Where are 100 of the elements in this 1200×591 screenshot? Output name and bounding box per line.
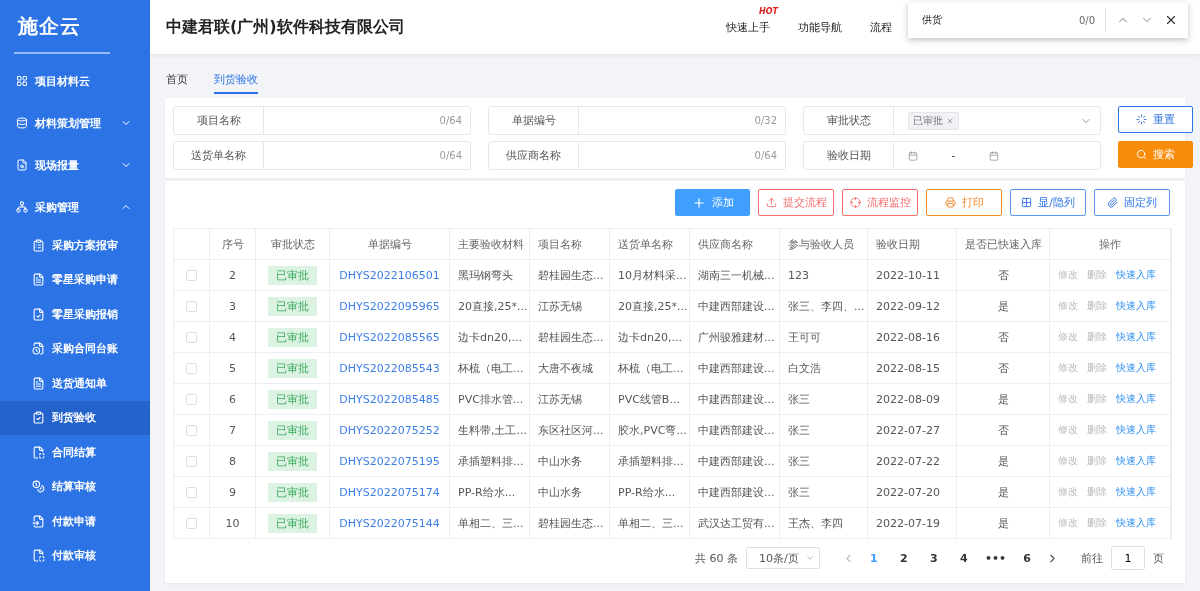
row-checkbox[interactable] (186, 487, 197, 498)
table-cell: 单相二、三... (609, 507, 690, 539)
row-action-link[interactable]: 删除 (1087, 331, 1107, 342)
table-cell: 中建西部建设... (689, 445, 780, 477)
page-number[interactable]: ••• (984, 551, 1006, 565)
table-cell: 123 (779, 259, 868, 291)
sidebar-subitem[interactable]: 付款审核 (0, 538, 150, 573)
crosshair-icon (849, 197, 861, 208)
plus-icon (691, 195, 706, 210)
filter-field[interactable]: 项目名称 0/64 (173, 106, 471, 135)
sidebar-subitem[interactable]: 送货通知单 (0, 366, 150, 401)
page-tab[interactable]: 首页 (166, 68, 188, 94)
filter-field[interactable]: 单据编号 0/32 (488, 106, 786, 135)
page-tab[interactable]: 到货验收 (214, 68, 258, 94)
filter-field[interactable]: 审批状态 已审批 (803, 106, 1101, 135)
row-checkbox[interactable] (186, 518, 197, 529)
row-action-link[interactable]: 删除 (1087, 486, 1107, 497)
row-action-link[interactable]: 快速入库 (1116, 300, 1156, 311)
row-action-link[interactable]: 删除 (1087, 517, 1107, 528)
sidebar-subitem[interactable]: 到货验收 (0, 400, 150, 435)
char-counter: 0/64 (439, 115, 462, 126)
table-cell: 是 (956, 383, 1050, 415)
row-action-link[interactable]: 快速入库 (1116, 486, 1156, 497)
toolbar-button[interactable]: 打印 (926, 189, 1002, 216)
calendar-icon (908, 150, 918, 161)
reset-icon (1136, 114, 1147, 125)
search-button[interactable]: 搜索 (1118, 141, 1193, 168)
sidebar-subitem[interactable]: 付款申请 (0, 504, 150, 539)
row-checkbox[interactable] (186, 456, 197, 467)
row-action-link[interactable]: 快速入库 (1116, 331, 1156, 342)
status-tag[interactable]: 已审批 (908, 111, 959, 130)
row-checkbox[interactable] (186, 332, 197, 343)
row-checkbox[interactable] (186, 394, 197, 405)
page-number[interactable]: 6 (1018, 551, 1036, 565)
page-number[interactable]: 2 (894, 551, 913, 565)
sidebar-item[interactable]: 材料策划管理 (0, 102, 150, 144)
toolbar-button[interactable]: 添加 (675, 189, 750, 216)
table-cell: 9 (209, 476, 256, 508)
table-cell: 广州骏雅建材... (689, 321, 780, 353)
filter-field[interactable]: 供应商名称 0/64 (488, 141, 786, 170)
row-checkbox[interactable] (186, 425, 197, 436)
row-action-link[interactable]: 删除 (1087, 393, 1107, 404)
reset-button[interactable]: 重置 (1118, 106, 1193, 133)
table-cell: 胶水,PVC弯... (609, 414, 690, 446)
sidebar-subitem[interactable]: 采购合同台账 (0, 331, 150, 366)
table-cell: 5 (209, 352, 256, 384)
filter-field[interactable]: 送货单名称 0/64 (173, 141, 471, 170)
page-number[interactable]: 3 (924, 551, 943, 565)
toolbar-button[interactable]: 流程监控 (842, 189, 918, 216)
row-action-link[interactable]: 快速入库 (1116, 424, 1156, 435)
row-action-link[interactable]: 快速入库 (1116, 362, 1156, 373)
toolbar-button[interactable]: 固定列 (1094, 189, 1170, 216)
row-action-link[interactable]: 快速入库 (1116, 455, 1156, 466)
table-cell: 大唐不夜城 (529, 352, 610, 384)
status-tag: 已审批 (268, 327, 317, 347)
column-header: 参与验收人员 (779, 228, 868, 260)
close-icon[interactable] (1164, 13, 1178, 27)
page-number[interactable]: 4 (954, 551, 973, 565)
sidebar-item[interactable]: 采购管理 (0, 186, 150, 228)
toolbar-button[interactable]: 提交流程 (758, 189, 834, 216)
row-action-link[interactable]: 快速入库 (1116, 269, 1156, 280)
sidebar-subitem[interactable]: 零星采购报销 (0, 297, 150, 332)
status-tag: 已审批 (268, 389, 317, 409)
sidebar-subitem[interactable]: 结算审核 (0, 469, 150, 504)
table-cell: 2022-09-12 (867, 290, 957, 322)
paperclip-icon (1107, 197, 1118, 208)
row-action-link[interactable]: 快速入库 (1116, 393, 1156, 404)
row-checkbox[interactable] (186, 301, 197, 312)
row-action-link[interactable]: 删除 (1087, 269, 1107, 280)
sidebar-item[interactable]: 项目材料云 (0, 60, 150, 102)
table-cell: 2 (209, 259, 256, 291)
top-nav-link[interactable]: 流程 (870, 20, 892, 34)
filter-field[interactable]: 验收日期 - (803, 141, 1101, 170)
row-action-link[interactable]: 快速入库 (1116, 517, 1156, 528)
sidebar-item[interactable]: 现场报量 (0, 144, 150, 186)
table-cell: 6 (209, 383, 256, 415)
sidebar-subitem[interactable]: 合同结算 (0, 435, 150, 470)
row-checkbox[interactable] (186, 270, 197, 281)
sidebar-subitem[interactable]: 采购方案报审 (0, 228, 150, 263)
table-cell: 张三 (779, 476, 868, 508)
page-size-select[interactable]: 10条/页 (745, 547, 820, 569)
row-action-link[interactable]: 删除 (1087, 455, 1107, 466)
table-cell: 碧桂园生态... (529, 321, 610, 353)
search-icon (1136, 149, 1147, 160)
column-header: 序号 (209, 228, 256, 260)
row-action-link[interactable]: 删除 (1087, 300, 1107, 311)
top-nav-link[interactable]: 快速上手 (726, 20, 770, 34)
top-nav-link[interactable]: 功能导航 (798, 20, 842, 34)
page-number[interactable]: 1 (864, 551, 883, 565)
page-jump-input[interactable]: 1 (1111, 546, 1145, 570)
row-action-link[interactable]: 删除 (1087, 424, 1107, 435)
row-checkbox[interactable] (186, 363, 197, 374)
upload-icon (765, 197, 777, 208)
table-cell: 单相二、三... (449, 507, 530, 539)
table-cell: 生料带,土工... (449, 414, 530, 446)
sidebar-subitem[interactable]: 零星采购申请 (0, 262, 150, 297)
menu-item-icon (16, 201, 28, 213)
find-input[interactable]: 供货 (922, 13, 1069, 27)
row-action-link[interactable]: 删除 (1087, 362, 1107, 373)
toolbar-button[interactable]: 显/隐列 (1010, 189, 1086, 216)
